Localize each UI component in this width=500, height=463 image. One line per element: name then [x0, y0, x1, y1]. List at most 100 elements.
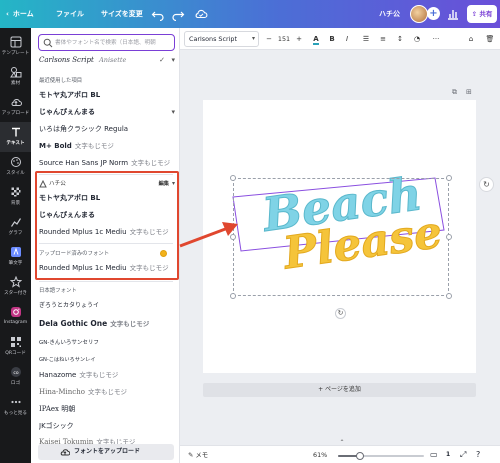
font-row[interactable]: Dela Gothic One 文字もじモジ: [39, 317, 175, 331]
resize-handle[interactable]: [446, 234, 452, 240]
search-input[interactable]: [55, 37, 173, 49]
rail-item-text[interactable]: テキスト: [0, 122, 31, 152]
cloud-upload-icon: [60, 449, 70, 456]
more-icon: [10, 400, 21, 404]
logo-icon: co: [10, 367, 21, 377]
lock-icon[interactable]: ⌂: [465, 31, 477, 47]
plus-icon[interactable]: +: [427, 7, 440, 20]
font-row[interactable]: Source Han Sans JP Norm 文字もじモジ: [39, 156, 175, 170]
rail-item-qr[interactable]: QRコード: [0, 332, 31, 362]
rail-item-background[interactable]: 背景: [0, 182, 31, 212]
font-size-decrease[interactable]: −: [264, 31, 274, 47]
team-name[interactable]: ハチ公: [379, 0, 400, 28]
text-icon: [11, 127, 20, 137]
share-button[interactable]: ⇪ 共有: [467, 5, 497, 23]
zoom-slider[interactable]: [338, 452, 424, 460]
rail-item-uploads[interactable]: アップロード: [0, 92, 31, 122]
bottom-bar: ✎ メモ 61% ▭ 1 ⤢ ?: [180, 445, 500, 463]
left-rail: テンプレート 素材 アップロード テキスト スタイル 背景 グラフ 筆文字 スタ…: [0, 28, 31, 463]
svg-text:co: co: [13, 371, 18, 376]
chevron-down-icon: ▾: [251, 35, 255, 42]
text-toolbar: Carlsons Script ▾ − 151 + A B I ☰ ≡ ↕ ◔ …: [180, 28, 500, 50]
check-icon: ✓: [159, 56, 165, 64]
font-row[interactable]: M+ Bold 文字もじモジ: [39, 139, 175, 153]
rail-item-logo[interactable]: co ロゴ: [0, 362, 31, 392]
chevron-down-icon[interactable]: ▾: [171, 53, 175, 67]
help-icon[interactable]: ?: [476, 450, 486, 460]
zoom-slider-knob[interactable]: [356, 452, 364, 460]
notes-button[interactable]: ✎ メモ: [188, 446, 208, 463]
add-page-button[interactable]: + ページを追加: [203, 383, 476, 397]
undo-icon[interactable]: [151, 7, 165, 21]
spacing-icon[interactable]: ↕: [394, 31, 406, 47]
resize-button[interactable]: サイズを変更: [101, 0, 143, 28]
font-row[interactable]: GN-きんいろサンセリフ: [39, 335, 175, 349]
resize-handle[interactable]: [446, 293, 452, 299]
background-icon: [11, 187, 20, 197]
resize-handle[interactable]: [446, 175, 452, 181]
italic-icon[interactable]: I: [341, 31, 353, 47]
qr-icon: [10, 337, 21, 347]
bold-icon[interactable]: B: [326, 31, 338, 47]
page-count-badge[interactable]: 1: [446, 450, 456, 460]
chevron-left-icon: ‹: [6, 10, 9, 18]
divider: [39, 281, 173, 282]
rail-item-elements[interactable]: 素材: [0, 62, 31, 92]
delete-icon[interactable]: 🗑: [484, 31, 496, 47]
font-family-select[interactable]: Carlsons Script ▾: [184, 31, 259, 47]
add-page-icon[interactable]: ⊞: [466, 88, 472, 96]
home-button[interactable]: ‹ ホーム: [6, 0, 34, 28]
resize-handle[interactable]: [230, 293, 236, 299]
fullscreen-icon[interactable]: ⤢: [460, 450, 470, 460]
font-row[interactable]: ぎろうとカタりょうイ: [39, 298, 175, 312]
copy-page-icon[interactable]: ⧉: [452, 88, 457, 97]
rail-item-charts[interactable]: グラフ: [0, 212, 31, 242]
rail-item-starred[interactable]: スター付き: [0, 272, 31, 302]
font-row[interactable]: いろは角クラシック Regula: [39, 122, 175, 136]
chevron-down-icon[interactable]: ▾: [171, 105, 175, 119]
more-options-icon[interactable]: ···: [430, 31, 442, 47]
font-row[interactable]: Hanazome 文字もじモジ: [39, 368, 175, 382]
annotation-highlight-box: [35, 171, 179, 280]
add-font-icon[interactable]: [160, 250, 167, 257]
file-menu[interactable]: ファイル: [56, 0, 84, 28]
recent-header: 最近使用した項目: [39, 78, 83, 84]
list-icon[interactable]: ≡: [377, 31, 389, 47]
rotate-handle-icon[interactable]: ↻: [335, 308, 346, 319]
resize-handle[interactable]: [230, 175, 236, 181]
instagram-icon: [10, 307, 21, 317]
annotation-arrow: [179, 222, 238, 248]
template-icon: [10, 36, 21, 48]
font-size-increase[interactable]: +: [294, 31, 304, 47]
japanese-header: 日本語フォント: [39, 288, 77, 294]
font-row[interactable]: IPAex 明朝: [39, 402, 175, 416]
chart-icon[interactable]: [446, 7, 460, 21]
current-font-row[interactable]: Carlsons Script Anisette ✓ ▾: [39, 53, 175, 67]
search-icon: [43, 38, 53, 48]
upload-font-button[interactable]: フォントをアップロード: [38, 444, 174, 460]
rail-item-more[interactable]: もっと見る: [0, 392, 31, 422]
font-search[interactable]: [38, 34, 175, 51]
font-row[interactable]: じゃんぴぇんまる ▾: [39, 105, 175, 119]
pages-icon[interactable]: ▭: [430, 450, 440, 460]
selection-box[interactable]: [233, 178, 449, 296]
font-row[interactable]: Hina-Mincho 文字もじモジ: [39, 385, 175, 399]
chart-icon: [10, 218, 21, 227]
rail-item-templates[interactable]: テンプレート: [0, 32, 31, 62]
upload-icon: [11, 99, 22, 106]
font-row[interactable]: JKゴシック: [39, 419, 175, 433]
cloud-saved-icon[interactable]: [194, 7, 208, 21]
avatar[interactable]: [410, 5, 428, 23]
font-row[interactable]: モトヤ丸アポロ BL: [39, 88, 175, 102]
font-row[interactable]: GN-こはねいろサンレイ: [39, 352, 175, 366]
rail-item-brush[interactable]: 筆文字: [0, 242, 31, 272]
text-color-icon[interactable]: A: [310, 31, 322, 47]
rail-item-styles[interactable]: スタイル: [0, 152, 31, 182]
effects-icon[interactable]: ◔: [411, 31, 423, 47]
share-icon: ⇪: [471, 10, 478, 18]
font-size-value[interactable]: 151: [276, 31, 292, 47]
redo-icon[interactable]: [171, 7, 185, 21]
refresh-icon[interactable]: ↻: [479, 177, 494, 192]
align-icon[interactable]: ☰: [360, 31, 372, 47]
rail-item-instagram[interactable]: Instagram: [0, 302, 31, 332]
